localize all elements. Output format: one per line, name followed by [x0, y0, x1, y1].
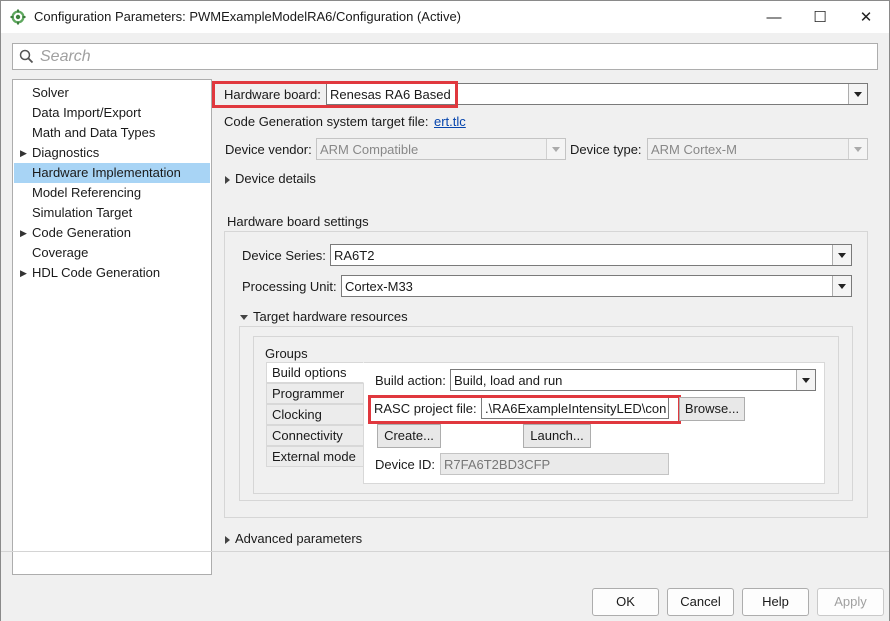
target-resources-toggle[interactable]: Target hardware resources [240, 309, 408, 324]
tree-item-label: Model Referencing [32, 185, 142, 200]
device-vendor-label: Device vendor: [225, 142, 312, 157]
maximize-icon: ☐ [813, 9, 827, 26]
advanced-parameters-toggle[interactable]: Advanced parameters [225, 531, 362, 546]
expand-arrow-icon [225, 175, 230, 184]
group-connectivity[interactable]: Connectivity [266, 425, 364, 446]
tree-item-label: Diagnostics [32, 145, 100, 160]
group-programmer[interactable]: Programmer [266, 383, 364, 404]
maximize-button[interactable]: ☐ [797, 1, 843, 33]
tree-item-hardware-implementation[interactable]: Hardware Implementation [14, 163, 210, 183]
device-type-label: Device type: [570, 142, 642, 157]
build-action-label: Build action: [375, 373, 446, 388]
target-file-label: Code Generation system target file: [224, 114, 429, 129]
build-action-dropdown[interactable]: Build, load and run [450, 369, 816, 391]
minimize-icon: — [766, 8, 782, 26]
dropdown-arrow[interactable] [796, 370, 815, 390]
group-clocking[interactable]: Clocking [266, 404, 364, 425]
tree-item-label: HDL Code Generation [32, 265, 161, 280]
device-series-dropdown[interactable]: RA6T2 [330, 244, 852, 266]
launch-button[interactable]: Launch... [523, 424, 591, 448]
tree-item-data-import-export[interactable]: Data Import/Export [14, 103, 210, 123]
close-button[interactable]: ✕ [843, 1, 889, 33]
tree-item-simulation-target[interactable]: Simulation Target [14, 203, 210, 223]
advanced-parameters-label: Advanced parameters [235, 531, 363, 546]
expand-arrow-icon[interactable]: ▶ [20, 223, 27, 243]
tree-item-label: Simulation Target [32, 205, 133, 220]
processing-unit-label: Processing Unit: [242, 279, 337, 294]
chevron-down-icon [802, 377, 810, 383]
tree-item-label: Math and Data Types [32, 125, 156, 140]
tree-item-solver[interactable]: Solver [14, 83, 210, 103]
search-input[interactable]: Search [12, 43, 878, 70]
expand-arrow-icon[interactable]: ▶ [20, 143, 27, 163]
device-details-label: Device details [235, 171, 316, 186]
search-placeholder: Search [40, 48, 91, 65]
apply-button[interactable]: Apply [817, 588, 884, 616]
config-dialog: Configuration Parameters: PWMExampleMode… [0, 0, 890, 621]
device-vendor-dropdown[interactable]: ARM Compatible [316, 138, 566, 160]
chevron-down-icon [838, 283, 846, 289]
create-button[interactable]: Create... [377, 424, 441, 448]
highlight-rasc-file [368, 395, 681, 424]
group-build-options[interactable]: Build options [266, 362, 364, 383]
dropdown-arrow[interactable] [848, 139, 867, 159]
device-id-label: Device ID: [375, 457, 435, 472]
dropdown-arrow[interactable] [848, 84, 867, 104]
device-type-dropdown[interactable]: ARM Cortex-M [647, 138, 868, 160]
tree-item-model-referencing[interactable]: Model Referencing [14, 183, 210, 203]
close-icon: ✕ [859, 9, 873, 26]
expand-arrow-icon [225, 535, 230, 544]
tree-item-label: Coverage [32, 245, 89, 260]
cancel-button[interactable]: Cancel [667, 588, 734, 616]
window-title: Configuration Parameters: PWMExampleMode… [34, 9, 462, 24]
footer-divider [1, 551, 889, 552]
chevron-down-icon [552, 146, 560, 152]
groups-list[interactable]: Build options Programmer Clocking Connec… [266, 362, 364, 470]
minimize-button[interactable]: — [751, 1, 797, 33]
device-vendor-value: ARM Compatible [320, 142, 419, 157]
processing-unit-value: Cortex-M33 [345, 279, 413, 294]
highlight-hardware-board [212, 81, 458, 108]
device-type-value: ARM Cortex-M [651, 142, 737, 157]
tree-item-label: Data Import/Export [32, 105, 142, 120]
tree-item-label: Code Generation [32, 225, 132, 240]
target-file-link[interactable]: ert.tlc [434, 114, 466, 129]
chevron-down-icon [854, 146, 862, 152]
help-button[interactable]: Help [742, 588, 809, 616]
device-details-toggle[interactable]: Device details [225, 171, 316, 186]
search-icon [19, 49, 34, 64]
tree-item-label: Solver [32, 85, 69, 100]
device-series-value: RA6T2 [334, 248, 375, 263]
category-tree[interactable]: Solver Data Import/Export Math and Data … [12, 79, 212, 575]
tree-item-diagnostics[interactable]: ▶ Diagnostics [14, 143, 210, 163]
chevron-down-icon [854, 91, 862, 97]
device-id-value: R7FA6T2BD3CFP [444, 457, 551, 472]
build-action-value: Build, load and run [454, 373, 563, 388]
dropdown-arrow[interactable] [832, 276, 851, 296]
dropdown-arrow[interactable] [832, 245, 851, 265]
target-resources-label: Target hardware resources [253, 309, 408, 324]
device-id-field: R7FA6T2BD3CFP [440, 453, 669, 475]
tree-item-label: Hardware Implementation [32, 165, 181, 180]
tree-item-math-data-types[interactable]: Math and Data Types [14, 123, 210, 143]
processing-unit-dropdown[interactable]: Cortex-M33 [341, 275, 852, 297]
collapse-arrow-icon [240, 315, 248, 321]
dialog-content: Search Solver Data Import/Export Math an… [1, 33, 889, 621]
ok-button[interactable]: OK [592, 588, 659, 616]
browse-button[interactable]: Browse... [679, 397, 745, 421]
tree-item-code-generation[interactable]: ▶ Code Generation [14, 223, 210, 243]
group-external-mode[interactable]: External mode [266, 446, 364, 467]
tree-item-coverage[interactable]: Coverage [14, 243, 210, 263]
expand-arrow-icon[interactable]: ▶ [20, 263, 27, 283]
title-bar[interactable]: Configuration Parameters: PWMExampleMode… [1, 1, 889, 33]
board-settings-title: Hardware board settings [227, 214, 369, 229]
device-series-label: Device Series: [242, 248, 326, 263]
tree-item-hdl-code-generation[interactable]: ▶ HDL Code Generation [14, 263, 210, 283]
app-gear-icon [10, 9, 26, 25]
chevron-down-icon [838, 252, 846, 258]
dropdown-arrow[interactable] [546, 139, 565, 159]
